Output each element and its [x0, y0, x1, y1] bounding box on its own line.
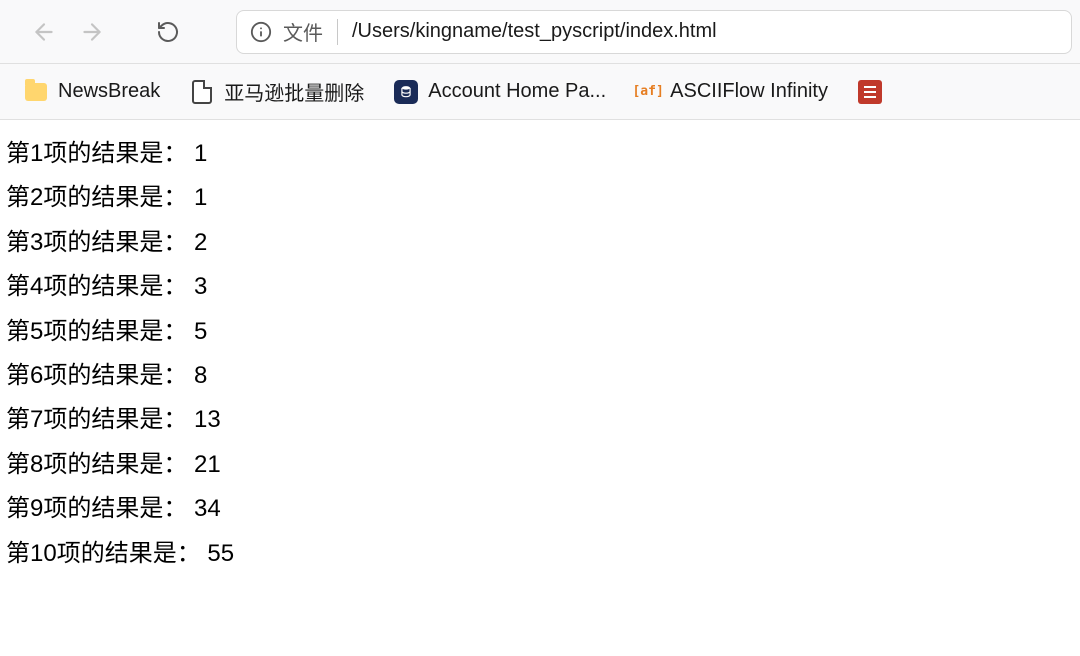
database-icon [394, 80, 418, 104]
nav-controls [8, 12, 204, 52]
result-line: 第5项的结果是： 5 [6, 310, 1074, 354]
page-content: 第1项的结果是： 1第2项的结果是： 1第3项的结果是： 2第4项的结果是： 3… [0, 120, 1080, 588]
bookmark-item-5[interactable] [850, 74, 890, 110]
url-divider [337, 19, 338, 45]
browser-toolbar: 文件 /Users/kingname/test_pyscript/index.h… [0, 0, 1080, 64]
bookmark-amazon-bulk-delete[interactable]: 亚马逊批量删除 [182, 71, 378, 112]
site-info-button[interactable] [249, 20, 273, 44]
result-line: 第1项的结果是： 1 [6, 132, 1074, 176]
result-line: 第8项的结果是： 21 [6, 443, 1074, 487]
bookmark-label: 亚马逊批量删除 [224, 77, 364, 106]
url-path: /Users/kingname/test_pyscript/index.html [352, 20, 1059, 43]
bookmark-label: Account Home Pa... [428, 80, 606, 103]
file-icon [190, 80, 214, 104]
result-line: 第9项的结果是： 34 [6, 487, 1074, 531]
forward-button[interactable] [72, 12, 112, 52]
url-scheme-label: 文件 [283, 17, 323, 46]
asciiflow-icon: [af] [636, 80, 660, 104]
reload-button[interactable] [148, 12, 188, 52]
arrow-left-icon [31, 19, 57, 45]
bookmarks-bar: NewsBreak 亚马逊批量删除 Account Home Pa... [af… [0, 64, 1080, 120]
result-line: 第7项的结果是： 13 [6, 398, 1074, 442]
result-line: 第10项的结果是： 55 [6, 532, 1074, 576]
bookmark-label: ASCIIFlow Infinity [670, 80, 828, 103]
url-bar[interactable]: 文件 /Users/kingname/test_pyscript/index.h… [236, 10, 1072, 54]
bookmark-asciiflow[interactable]: [af] ASCIIFlow Infinity [628, 74, 842, 110]
result-line: 第4项的结果是： 3 [6, 265, 1074, 309]
result-line: 第3项的结果是： 2 [6, 221, 1074, 265]
reload-icon [156, 20, 180, 44]
bookmark-label: NewsBreak [58, 80, 160, 103]
result-line: 第6项的结果是： 8 [6, 354, 1074, 398]
folder-icon [24, 80, 48, 104]
arrow-right-icon [79, 19, 105, 45]
back-button[interactable] [24, 12, 64, 52]
app-icon [858, 80, 882, 104]
result-line: 第2项的结果是： 1 [6, 176, 1074, 220]
bookmark-account-home[interactable]: Account Home Pa... [386, 74, 620, 110]
bookmark-newsbreak[interactable]: NewsBreak [16, 74, 174, 110]
info-icon [250, 21, 272, 43]
